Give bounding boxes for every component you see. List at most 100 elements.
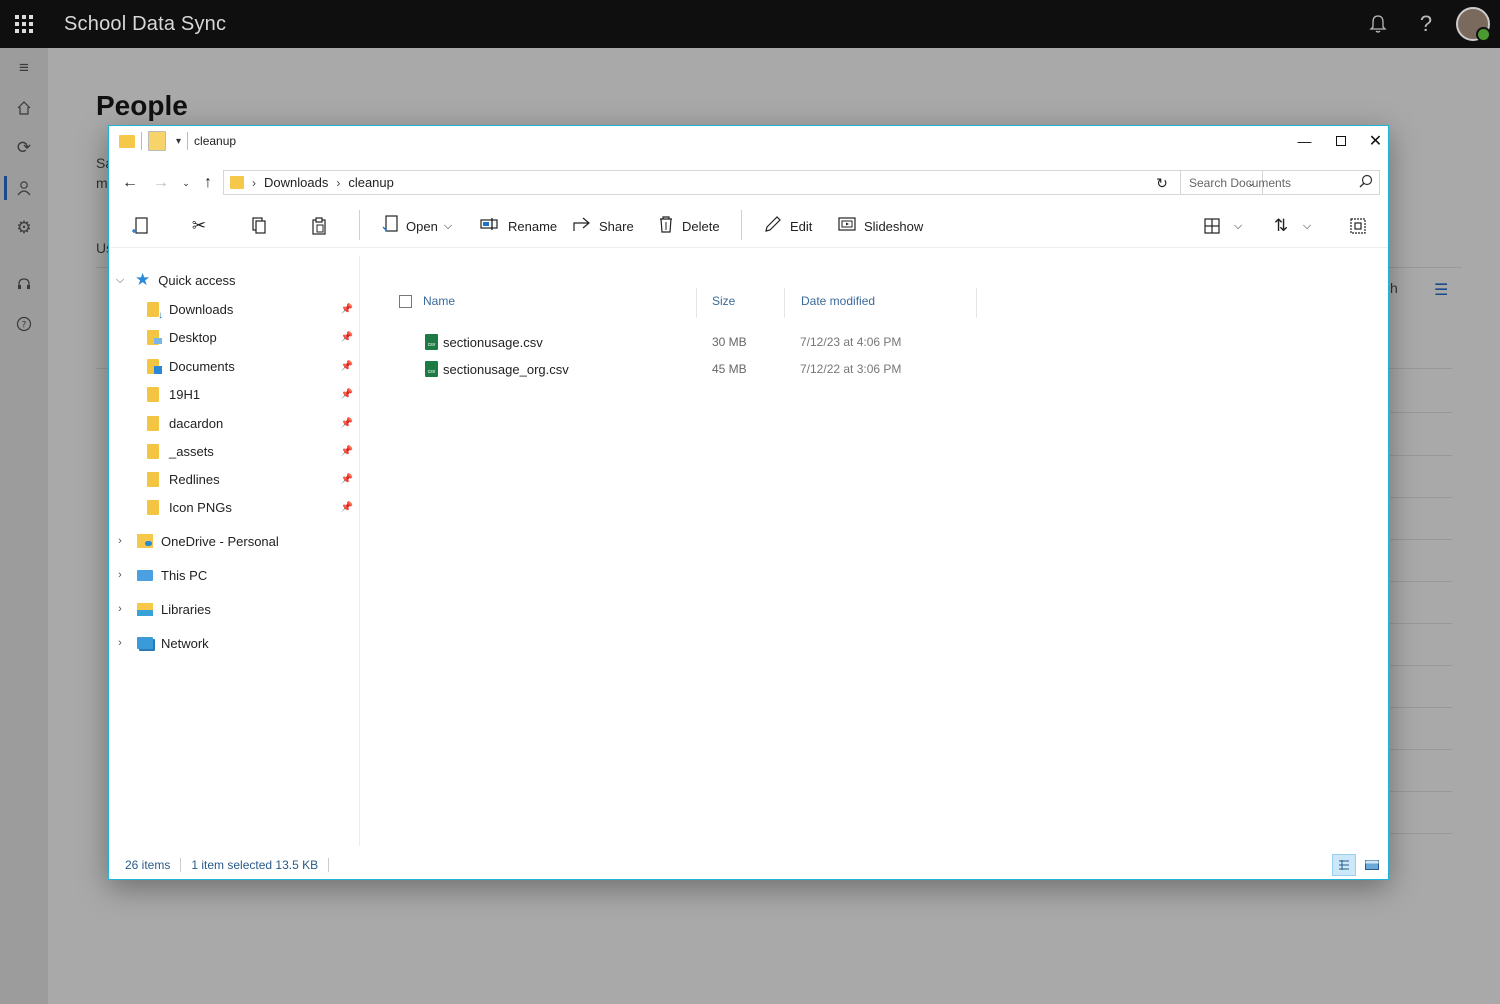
paste-icon[interactable] — [304, 212, 334, 240]
nav-item-19h1[interactable]: 19H1 📌 — [147, 382, 357, 406]
person-icon[interactable] — [0, 168, 48, 208]
help-icon[interactable]: ? — [1402, 0, 1450, 48]
pin-icon[interactable]: 📌 — [341, 502, 353, 513]
column-divider[interactable] — [976, 288, 977, 318]
nav-item-documents[interactable]: Documents 📌 — [147, 354, 357, 378]
column-divider[interactable] — [696, 288, 697, 318]
chevron-down-icon[interactable]: ⌵ — [1292, 212, 1322, 240]
nav-item-onedrive[interactable]: › OneDrive - Personal — [113, 529, 279, 553]
select-all-checkbox[interactable] — [399, 295, 412, 308]
breadcrumb-cleanup[interactable]: cleanup — [348, 175, 394, 190]
avatar[interactable] — [1456, 7, 1491, 42]
pin-icon[interactable]: 📌 — [341, 332, 353, 343]
top-bar: School Data Sync ? — [0, 0, 1500, 48]
nav-item-downloads[interactable]: Downloads 📌 — [147, 297, 357, 321]
pin-icon[interactable]: 📌 — [341, 304, 353, 315]
maximize-button[interactable] — [1323, 126, 1358, 156]
forward-button[interactable]: → — [150, 172, 172, 194]
nav-item-dacardon[interactable]: dacardon 📌 — [147, 411, 357, 435]
chevron-down-icon[interactable]: ⌵ — [1223, 212, 1253, 240]
minimize-button[interactable]: — — [1287, 126, 1322, 156]
column-header-date[interactable]: Date modified — [801, 294, 875, 312]
bell-icon[interactable] — [1354, 0, 1402, 48]
waffle-icon[interactable] — [0, 0, 48, 48]
file-size: 45 MB — [712, 362, 747, 376]
divider — [1390, 581, 1452, 582]
rename-button[interactable]: Rename — [480, 212, 557, 240]
title-bar: ▾ cleanup — ✕ — [109, 126, 1388, 156]
nav-item-this-pc[interactable]: › This PC — [113, 563, 207, 587]
chevron-down-icon[interactable]: ⌵ — [113, 274, 127, 287]
select-all-icon[interactable] — [1343, 212, 1373, 240]
details-view-icon[interactable] — [1332, 854, 1356, 876]
refresh-icon[interactable]: ↻ — [1151, 172, 1173, 194]
selection-info: 1 item selected 13.5 KB — [191, 858, 319, 872]
edit-button[interactable]: Edit — [764, 212, 812, 240]
breadcrumb-downloads[interactable]: Downloads — [264, 175, 328, 190]
rename-icon — [480, 217, 500, 236]
chevron-right-icon[interactable]: › — [113, 569, 127, 581]
address-bar[interactable]: › Downloads › cleanup ⌄ — [223, 170, 1263, 195]
file-row[interactable]: csv sectionusage.csv 30 MB 7/12/23 at 4:… — [409, 330, 1009, 354]
divider — [1390, 791, 1452, 792]
share-label: Share — [599, 218, 634, 234]
file-row[interactable]: csv sectionusage_org.csv 45 MB 7/12/22 a… — [409, 357, 1009, 381]
share-button[interactable]: Share — [573, 212, 634, 240]
pin-icon[interactable]: 📌 — [341, 361, 353, 372]
column-header-name[interactable]: Name — [423, 294, 455, 312]
folder-icon — [147, 443, 159, 459]
back-button[interactable]: ← — [119, 172, 141, 194]
headset-icon[interactable] — [0, 264, 48, 304]
nav-item-redlines[interactable]: Redlines 📌 — [147, 467, 357, 491]
pin-icon[interactable]: 📌 — [341, 389, 353, 400]
pin-icon[interactable]: 📌 — [341, 418, 353, 429]
sync-icon[interactable]: ⟳ — [0, 128, 48, 168]
divider — [1390, 707, 1452, 708]
recent-locations-button[interactable]: ⌄ — [175, 172, 197, 194]
nav-quick-access[interactable]: ⌵ ★ Quick access — [113, 268, 236, 292]
close-button[interactable]: ✕ — [1358, 126, 1393, 156]
nav-label: Icon PNGs — [169, 499, 232, 515]
pin-icon[interactable]: 📌 — [341, 446, 353, 457]
customize-toolbar-icon[interactable]: ▾ — [176, 136, 181, 147]
onedrive-icon — [137, 534, 153, 548]
nav-item-assets[interactable]: _assets 📌 — [147, 439, 357, 463]
home-icon[interactable] — [0, 88, 48, 128]
nav-label: Libraries — [161, 601, 211, 617]
column-divider[interactable] — [784, 288, 785, 318]
open-label: Open — [406, 218, 438, 234]
nav-item-icon-pngs[interactable]: Icon PNGs 📌 — [147, 495, 357, 519]
chevron-right-icon[interactable]: › — [113, 603, 127, 615]
pin-icon[interactable]: 📌 — [341, 474, 353, 485]
app-title: School Data Sync — [64, 12, 227, 35]
nav-label: 19H1 — [169, 386, 201, 402]
nav-label: This PC — [161, 567, 208, 583]
nav-item-network[interactable]: › Network — [113, 631, 209, 655]
documents-folder-icon — [147, 358, 162, 374]
slideshow-icon — [838, 216, 856, 237]
filter-icon[interactable]: ☰ — [1434, 280, 1448, 300]
chevron-right-icon[interactable]: › — [113, 535, 127, 547]
chevron-right-icon[interactable]: › — [113, 637, 127, 649]
column-header-size[interactable]: Size — [712, 294, 735, 312]
delete-button[interactable]: Delete — [658, 212, 720, 240]
menu-icon[interactable]: ≡ — [0, 48, 48, 88]
open-button[interactable]: Open ⌵ — [382, 212, 452, 240]
help-circle-icon[interactable]: ? — [0, 304, 48, 344]
file-date: 7/12/22 at 3:06 PM — [800, 362, 902, 376]
up-button[interactable]: ↑ — [197, 172, 219, 194]
search-input[interactable]: Search Documents — [1180, 170, 1380, 195]
nav-label: _assets — [169, 443, 214, 459]
copy-icon[interactable] — [244, 212, 274, 240]
new-item-icon[interactable] — [125, 212, 155, 240]
new-folder-icon[interactable] — [148, 131, 166, 151]
cut-icon[interactable]: ✂ — [184, 212, 214, 240]
settings-icon[interactable]: ⚙ — [0, 208, 48, 248]
large-icons-view-icon[interactable] — [1360, 854, 1384, 876]
nav-item-libraries[interactable]: › Libraries — [113, 597, 211, 621]
nav-item-desktop[interactable]: Desktop 📌 — [147, 325, 357, 349]
chevron-down-icon: ⌵ — [443, 219, 453, 232]
slideshow-button[interactable]: Slideshow — [838, 212, 923, 240]
navigation-pane: ⌵ ★ Quick access Downloads 📌 Desktop 📌 D… — [109, 256, 360, 846]
csv-file-icon: csv — [425, 361, 438, 377]
